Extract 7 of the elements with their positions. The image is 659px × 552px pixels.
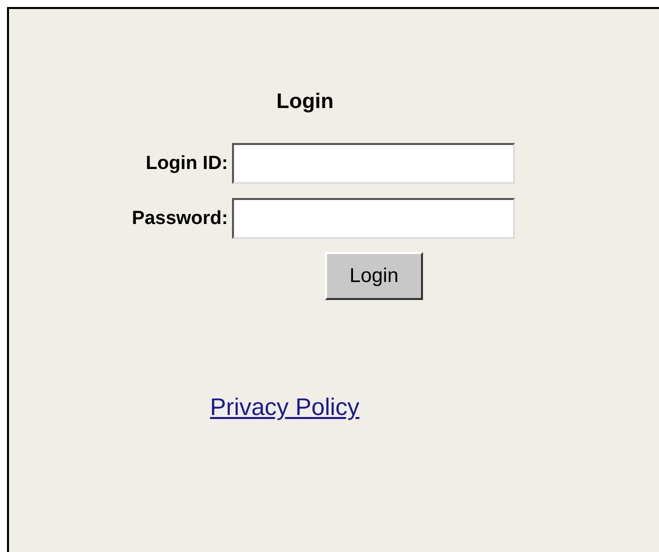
- input-field[interactable]: [232, 143, 515, 184]
- field-label: Login ID:: [144, 152, 228, 174]
- login-button[interactable]: Login: [325, 252, 423, 300]
- input-field[interactable]: [232, 198, 515, 239]
- field-label: Password:: [130, 208, 228, 230]
- form-title: Login: [275, 89, 335, 115]
- privacy-policy-link[interactable]: Privacy Policy: [210, 394, 360, 421]
